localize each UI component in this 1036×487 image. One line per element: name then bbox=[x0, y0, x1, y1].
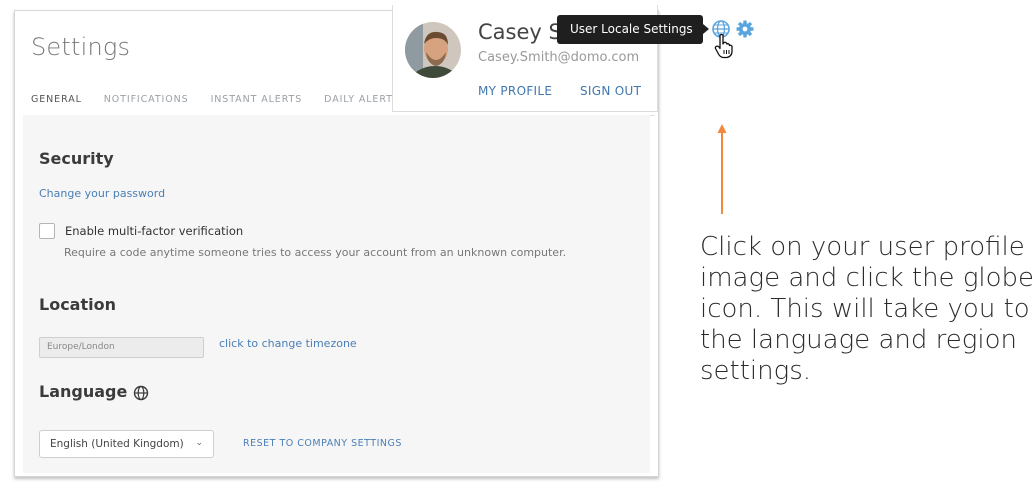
language-select[interactable]: English (United Kingdom) ⌄ bbox=[39, 430, 214, 458]
page-title: Settings bbox=[31, 33, 131, 61]
sign-out-link[interactable]: SIGN OUT bbox=[580, 84, 641, 98]
arrow-up-icon bbox=[717, 124, 727, 214]
tab-daily-alerts[interactable]: DAILY ALERT bbox=[324, 94, 393, 105]
avatar[interactable] bbox=[405, 22, 461, 78]
user-email: Casey.Smith@domo.com bbox=[478, 50, 640, 65]
chevron-down-icon: ⌄ bbox=[195, 438, 203, 448]
my-profile-link[interactable]: MY PROFILE bbox=[478, 84, 552, 98]
mfa-help-text: Require a code anytime someone tries to … bbox=[64, 246, 567, 259]
tab-instant-alerts[interactable]: INSTANT ALERTS bbox=[211, 94, 303, 105]
settings-tabs: GENERAL NOTIFICATIONS INSTANT ALERTS DAI… bbox=[31, 94, 415, 105]
hand-pointer-icon bbox=[714, 33, 733, 59]
tooltip-arrow bbox=[703, 24, 709, 34]
user-locale-tooltip: User Locale Settings bbox=[557, 15, 703, 44]
tab-general[interactable]: GENERAL bbox=[31, 94, 82, 105]
globe-icon bbox=[133, 385, 149, 401]
mfa-checkbox[interactable] bbox=[39, 223, 55, 239]
instruction-text: Click on your user profile image and cli… bbox=[700, 232, 1035, 386]
language-heading: Language bbox=[39, 382, 128, 401]
timezone-field[interactable]: Europe/London bbox=[39, 337, 204, 358]
security-heading: Security bbox=[39, 149, 114, 168]
gear-icon[interactable] bbox=[735, 19, 755, 39]
language-select-value: English (United Kingdom) bbox=[50, 438, 184, 450]
mfa-label: Enable multi-factor verification bbox=[65, 224, 244, 238]
general-settings-panel: Security Change your password Enable mul… bbox=[23, 115, 650, 473]
change-timezone-link[interactable]: click to change timezone bbox=[219, 337, 357, 350]
location-heading: Location bbox=[39, 295, 116, 314]
reset-to-company-settings-link[interactable]: RESET TO COMPANY SETTINGS bbox=[243, 438, 402, 449]
change-password-link[interactable]: Change your password bbox=[39, 187, 165, 200]
tab-notifications[interactable]: NOTIFICATIONS bbox=[104, 94, 189, 105]
